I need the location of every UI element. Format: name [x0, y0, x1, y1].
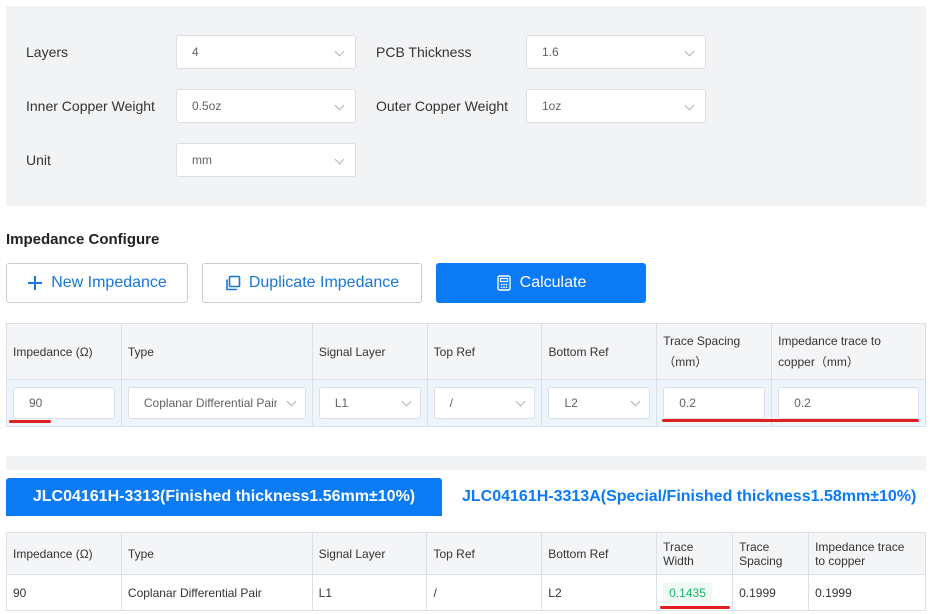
bottom-ref-value: L2 [564, 396, 578, 410]
highlight-underline [662, 419, 919, 422]
layers-value: 4 [192, 45, 199, 59]
layers-select[interactable]: 4 [176, 35, 356, 69]
top-ref-select[interactable]: / [433, 387, 536, 419]
impedance-configure-title: Impedance Configure [6, 231, 160, 248]
chevron-down-icon [334, 154, 345, 165]
cell-trace-copper: 0.1999 [808, 574, 926, 611]
cell-type: Coplanar Differential Pair [120, 574, 313, 611]
trace-spacing-input[interactable]: 0.2 [663, 387, 766, 419]
header-type: Type [120, 323, 313, 380]
calculator-icon [496, 275, 511, 291]
inner-copper-value: 0.5oz [192, 99, 222, 113]
impedance-config-table: Impedance (Ω) Type Signal Layer Top Ref … [6, 323, 926, 427]
cell-type: Coplanar Differential Pair [120, 379, 313, 427]
header-trace-spacing-line1: Trace Spacing [663, 333, 741, 348]
trace-copper-value: 0.2 [794, 396, 811, 410]
bottom-ref-select[interactable]: L2 [548, 387, 651, 419]
type-select[interactable]: Coplanar Differential Pair [127, 387, 306, 419]
cell-bottom-ref: L2 [541, 574, 658, 611]
cell-trace-spacing: 0.1999 [732, 574, 810, 611]
inner-copper-select[interactable]: 0.5oz [176, 89, 356, 123]
layers-label: Layers [26, 44, 69, 60]
header-trace-copper-line1: Impedance trace [815, 539, 905, 554]
impedance-results-table: Impedance (Ω) Type Signal Layer Top Ref … [6, 532, 926, 611]
header-trace-width-line1: Trace [663, 539, 694, 554]
copy-icon [226, 275, 241, 291]
section-divider [6, 456, 926, 470]
header-trace-spacing-line2: Spacing [739, 553, 783, 568]
trace-spacing-value: 0.2 [679, 396, 696, 410]
unit-value: mm [192, 153, 212, 167]
header-impedance: Impedance (Ω) [6, 532, 122, 575]
header-impedance: Impedance (Ω) [6, 323, 122, 380]
header-trace-spacing: Trace Spacing [732, 532, 810, 575]
cell-impedance: 90 [6, 574, 122, 611]
cell-bottom-ref: L2 [541, 379, 658, 427]
header-trace-width-line2: Width [663, 553, 694, 568]
chevron-down-icon [684, 46, 695, 57]
calculate-label: Calculate [519, 274, 587, 291]
tab-special-finished-thickness[interactable]: JLC04161H-3313A(Special/Finished thickne… [462, 478, 916, 516]
inner-copper-label: Inner Copper Weight [26, 98, 155, 114]
pcb-thickness-label: PCB Thickness [376, 44, 472, 60]
header-bottom-ref: Bottom Ref [541, 532, 658, 575]
trace-width-value: 0.1435 [663, 581, 712, 604]
outer-copper-select[interactable]: 1oz [526, 89, 706, 123]
chevron-down-icon [401, 396, 412, 407]
header-top-ref: Top Ref [426, 323, 543, 380]
new-impedance-label: New Impedance [51, 274, 167, 291]
unit-label: Unit [26, 152, 51, 168]
cell-signal-layer: L1 [311, 379, 428, 427]
pcb-parameters-panel: Layers 4 PCB Thickness 1.6 Inner Copper … [6, 6, 926, 206]
header-trace-copper-line2: copper（mm） [778, 354, 859, 369]
header-trace-spacing-line1: Trace [739, 539, 770, 554]
chevron-down-icon [334, 46, 345, 57]
signal-layer-select[interactable]: L1 [318, 387, 421, 419]
header-trace-spacing: Trace Spacing （mm） [656, 323, 773, 380]
header-top-ref: Top Ref [426, 532, 543, 575]
table-row: 90 Coplanar Differential Pair L1 / L2 0.… [6, 574, 926, 611]
chevron-down-icon [684, 100, 695, 111]
unit-select[interactable]: mm [176, 143, 356, 177]
results-header-row: Impedance (Ω) Type Signal Layer Top Ref … [6, 532, 926, 575]
header-trace-width: Trace Width [656, 532, 734, 575]
table-header-row: Impedance (Ω) Type Signal Layer Top Ref … [6, 323, 926, 380]
header-trace-spacing-line2: （mm） [663, 354, 708, 369]
header-trace-copper: Impedance trace to copper（mm） [771, 323, 926, 380]
chevron-down-icon [334, 100, 345, 111]
header-type: Type [120, 532, 313, 575]
impedance-input-value: 90 [29, 396, 43, 410]
signal-layer-value: L1 [334, 396, 349, 410]
outer-copper-value: 1oz [542, 99, 562, 113]
pcb-thickness-value: 1.6 [542, 45, 559, 59]
duplicate-impedance-label: Duplicate Impedance [248, 274, 400, 291]
type-value: Coplanar Differential Pair [143, 396, 278, 410]
plus-icon [28, 276, 43, 290]
cell-signal-layer: L1 [311, 574, 428, 611]
outer-copper-label: Outer Copper Weight [376, 98, 509, 114]
new-impedance-button[interactable]: New Impedance [6, 263, 188, 303]
tab-finished-thickness[interactable]: JLC04161H-3313(Finished thickness1.56mm±… [6, 478, 442, 516]
calculate-button[interactable]: Calculate [436, 263, 646, 303]
highlight-underline [9, 420, 51, 423]
header-signal-layer: Signal Layer [311, 532, 428, 575]
trace-copper-input[interactable]: 0.2 [778, 387, 919, 419]
chevron-down-icon [630, 396, 641, 407]
duplicate-impedance-button[interactable]: Duplicate Impedance [202, 263, 422, 303]
top-ref-value: / [449, 396, 453, 410]
highlight-underline [660, 606, 730, 609]
header-trace-copper-line1: Impedance trace to [778, 333, 881, 348]
pcb-thickness-select[interactable]: 1.6 [526, 35, 706, 69]
header-signal-layer: Signal Layer [311, 323, 428, 380]
impedance-input[interactable]: 90 [13, 387, 115, 419]
cell-top-ref: / [426, 379, 543, 427]
header-trace-copper: Impedance trace to copper [808, 532, 926, 575]
chevron-down-icon [515, 396, 526, 407]
header-bottom-ref: Bottom Ref [541, 323, 658, 380]
cell-top-ref: / [426, 574, 543, 611]
header-trace-copper-line2: to copper [815, 553, 866, 568]
